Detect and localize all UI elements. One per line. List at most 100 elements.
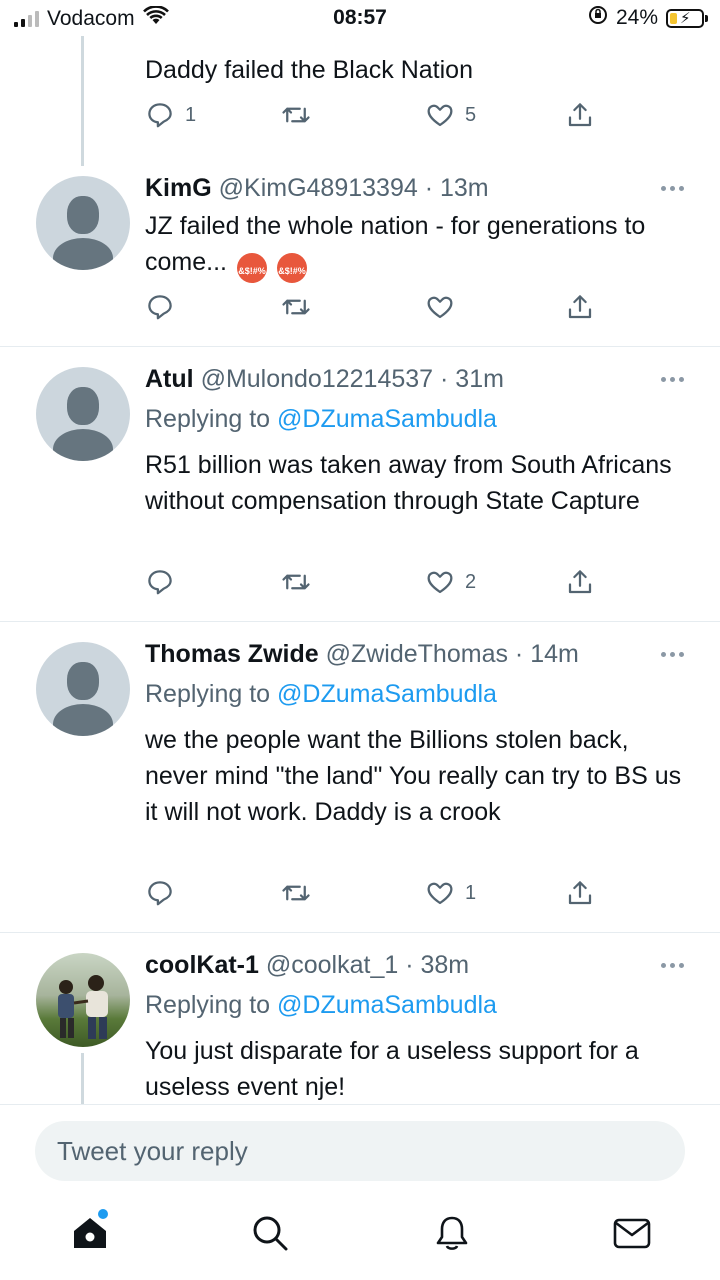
reply-icon <box>148 103 172 128</box>
tweet-text: R51 billion was taken away from South Af… <box>145 451 672 515</box>
tweet-actions: 1 5 <box>145 100 605 132</box>
reply-icon <box>148 570 172 595</box>
share-icon <box>568 881 592 905</box>
retweet-button[interactable] <box>281 292 311 322</box>
more-options-icon[interactable] <box>661 963 684 968</box>
tweet[interactable]: Thomas Zwide @ZwideThomas · 14m Replying… <box>0 622 720 932</box>
retweet-icon <box>282 574 310 590</box>
tweet-actions: 1 <box>145 878 605 910</box>
search-icon <box>253 1216 288 1251</box>
battery-percent: 24% <box>615 6 658 29</box>
reply-input[interactable] <box>35 1121 685 1181</box>
tweet[interactable]: Daddy failed the Black Nation 1 5 <box>0 36 720 156</box>
share-icon <box>568 570 592 594</box>
retweet-icon <box>282 107 310 123</box>
tweet-time: · 14m <box>514 640 579 668</box>
heart-icon <box>427 882 453 905</box>
retweet-icon <box>282 885 310 901</box>
author-name[interactable]: coolKat-1 <box>145 951 259 979</box>
share-button[interactable] <box>565 567 595 597</box>
avatar[interactable] <box>36 176 130 270</box>
author-name[interactable]: KimG <box>145 174 212 202</box>
share-button[interactable] <box>565 878 595 908</box>
tweet-time: · 13m <box>424 174 489 202</box>
angry-face-emoji-icon: &$!#% <box>236 253 267 283</box>
avatar-photo <box>58 975 108 1039</box>
reply-button[interactable] <box>145 567 175 597</box>
replying-to: Replying to @DZumaSambudla <box>145 405 497 434</box>
retweet-button[interactable] <box>281 878 311 908</box>
author-name[interactable]: Atul <box>145 365 194 393</box>
tweet-time: · 31m <box>440 365 504 393</box>
reply-button[interactable] <box>145 878 175 908</box>
thread-line <box>81 1053 84 1104</box>
replying-to-prefix: Replying to <box>145 405 271 433</box>
reply-icon <box>148 881 172 906</box>
replying-to-prefix: Replying to <box>145 991 271 1019</box>
reply-count: 1 <box>185 103 197 126</box>
tab-home[interactable] <box>70 1209 114 1257</box>
avatar[interactable] <box>36 953 130 1047</box>
like-count: 2 <box>465 570 477 593</box>
reply-icon <box>148 295 172 320</box>
tweet[interactable]: Atul @Mulondo12214537 · 31m Replying to … <box>0 347 720 621</box>
tweet-actions: 2 <box>145 567 605 599</box>
angry-face-emoji-icon: &$!#% <box>276 253 307 283</box>
share-icon <box>568 295 592 319</box>
author-handle[interactable]: @Mulondo12214537 <box>201 365 434 393</box>
tweet-text: we the people want the Billions stolen b… <box>145 726 682 826</box>
author-name[interactable]: Thomas Zwide <box>145 640 319 668</box>
tweet[interactable]: coolKat-1 @coolkat_1 · 38m Replying to @… <box>0 933 720 1104</box>
heart-icon <box>427 296 453 319</box>
retweet-button[interactable] <box>281 100 311 130</box>
reply-button[interactable]: 1 <box>145 100 196 130</box>
status-bar: Vodacom 08:57 24% ⚡ <box>0 0 720 36</box>
tweet-text: Daddy failed the Black Nation <box>145 56 473 84</box>
rotation-lock-icon <box>588 5 608 31</box>
share-button[interactable] <box>565 100 595 130</box>
tweet-text-container: JZ failed the whole nation - for generat… <box>145 208 695 283</box>
messages-icon <box>613 1218 651 1249</box>
retweet-icon <box>282 299 310 315</box>
author-handle[interactable]: @KimG48913394 <box>219 174 418 202</box>
tweet-time: · 38m <box>405 951 470 979</box>
notifications-icon <box>436 1216 468 1250</box>
tweet-actions <box>145 292 605 324</box>
tab-notifications[interactable] <box>432 1213 476 1257</box>
retweet-button[interactable] <box>281 567 311 597</box>
reply-feed[interactable]: Daddy failed the Black Nation 1 5 KimG @… <box>0 36 720 1104</box>
mention-link[interactable]: @DZumaSambudla <box>277 680 497 708</box>
share-button[interactable] <box>565 292 595 322</box>
reply-button[interactable] <box>145 292 175 322</box>
more-options-icon[interactable] <box>661 652 684 657</box>
replying-to-prefix: Replying to <box>145 680 271 708</box>
battery-charging-icon: ⚡ <box>666 8 708 28</box>
tab-messages[interactable] <box>612 1213 656 1257</box>
like-button[interactable] <box>425 292 455 322</box>
tweet-text: JZ failed the whole nation - for generat… <box>145 212 646 276</box>
like-count: 1 <box>465 881 477 904</box>
replying-to: Replying to @DZumaSambudla <box>145 680 497 709</box>
more-options-icon[interactable] <box>661 186 684 191</box>
like-count: 5 <box>465 103 477 126</box>
avatar[interactable] <box>36 367 130 461</box>
mention-link[interactable]: @DZumaSambudla <box>277 405 497 433</box>
new-content-dot <box>98 1209 108 1219</box>
tweet-text: You just disparate for a useless support… <box>145 1037 639 1101</box>
like-button[interactable]: 2 <box>425 567 476 597</box>
author-handle[interactable]: @coolkat_1 <box>266 951 398 979</box>
like-button[interactable]: 1 <box>425 878 476 908</box>
replying-to: Replying to @DZumaSambudla <box>145 991 497 1020</box>
heart-icon <box>427 104 453 127</box>
tab-search[interactable] <box>250 1213 294 1257</box>
like-button[interactable]: 5 <box>425 100 476 130</box>
heart-icon <box>427 571 453 594</box>
home-icon <box>74 1218 106 1248</box>
avatar[interactable] <box>36 642 130 736</box>
mention-link[interactable]: @DZumaSambudla <box>277 991 497 1019</box>
share-icon <box>568 103 592 127</box>
author-handle[interactable]: @ZwideThomas <box>326 640 508 668</box>
tweet[interactable]: KimG @KimG48913394 · 13m JZ failed the w… <box>0 156 720 346</box>
bottom-bar <box>0 1104 720 1280</box>
more-options-icon[interactable] <box>661 377 684 382</box>
